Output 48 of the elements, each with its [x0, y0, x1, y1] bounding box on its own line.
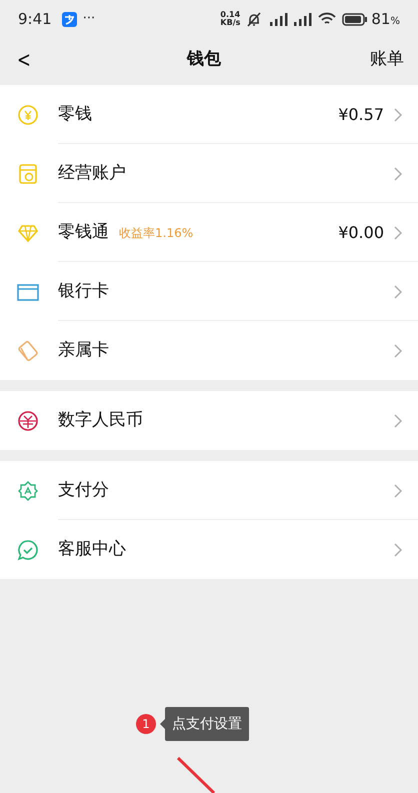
chevron-icon	[394, 344, 402, 358]
chevron-icon	[394, 166, 402, 180]
menu-item[interactable]: 亲属卡	[0, 321, 418, 380]
back-button[interactable]: <	[17, 44, 35, 76]
item-label: 支付分	[58, 478, 109, 502]
network-speed: 0.14 KB/s	[220, 11, 240, 27]
app-icon	[62, 12, 77, 26]
shop-icon	[17, 162, 39, 184]
badge-icon	[17, 480, 39, 502]
menu-item[interactable]: 零钱通 收益率1.16% ¥0.00	[0, 203, 418, 262]
chevron-icon	[394, 226, 402, 240]
chevron-icon	[394, 542, 402, 556]
menu-item[interactable]: 支付分	[0, 461, 418, 520]
menu-item[interactable]: 零钱 ¥0.57	[0, 85, 418, 144]
yield-rate: 收益率1.16%	[119, 224, 194, 242]
page-title: 钱包	[187, 48, 221, 72]
item-amount: ¥0.00	[338, 222, 384, 244]
more-indicator: ···	[82, 10, 96, 28]
muted-bell-icon	[246, 12, 262, 26]
wifi-icon	[318, 12, 336, 26]
chevron-icon	[394, 108, 402, 122]
step-badge: 1	[136, 714, 156, 734]
item-label: 亲属卡	[58, 338, 109, 362]
item-label: 银行卡	[58, 280, 109, 303]
menu-item[interactable]: 银行卡	[0, 262, 418, 321]
item-amount: ¥0.57	[338, 104, 384, 126]
signal-icon	[268, 12, 288, 26]
cards-icon	[17, 340, 39, 362]
battery-level: 81%	[371, 8, 400, 30]
item-label: 客服中心	[58, 538, 126, 561]
menu-item[interactable]: 数字人民币	[0, 391, 418, 450]
menu-item[interactable]: 客服中心	[0, 520, 418, 579]
item-label: 数字人民币	[58, 408, 143, 432]
currency-icon	[17, 410, 39, 432]
item-label: 零钱通	[58, 220, 109, 244]
item-label: 零钱	[58, 102, 92, 126]
chevron-icon	[394, 284, 402, 298]
signal-icon	[292, 12, 312, 26]
tooltip: 点支付设置	[165, 707, 249, 741]
bill-button[interactable]: 账单	[370, 47, 404, 73]
clock-time: 9:41	[18, 8, 52, 30]
battery-icon	[342, 12, 368, 26]
chevron-icon	[394, 414, 402, 428]
coin-icon	[17, 104, 39, 126]
item-label: 经营账户	[58, 162, 126, 185]
chevron-icon	[394, 484, 402, 498]
chat-check-icon	[17, 538, 39, 560]
menu-item[interactable]: 经营账户	[0, 144, 418, 203]
